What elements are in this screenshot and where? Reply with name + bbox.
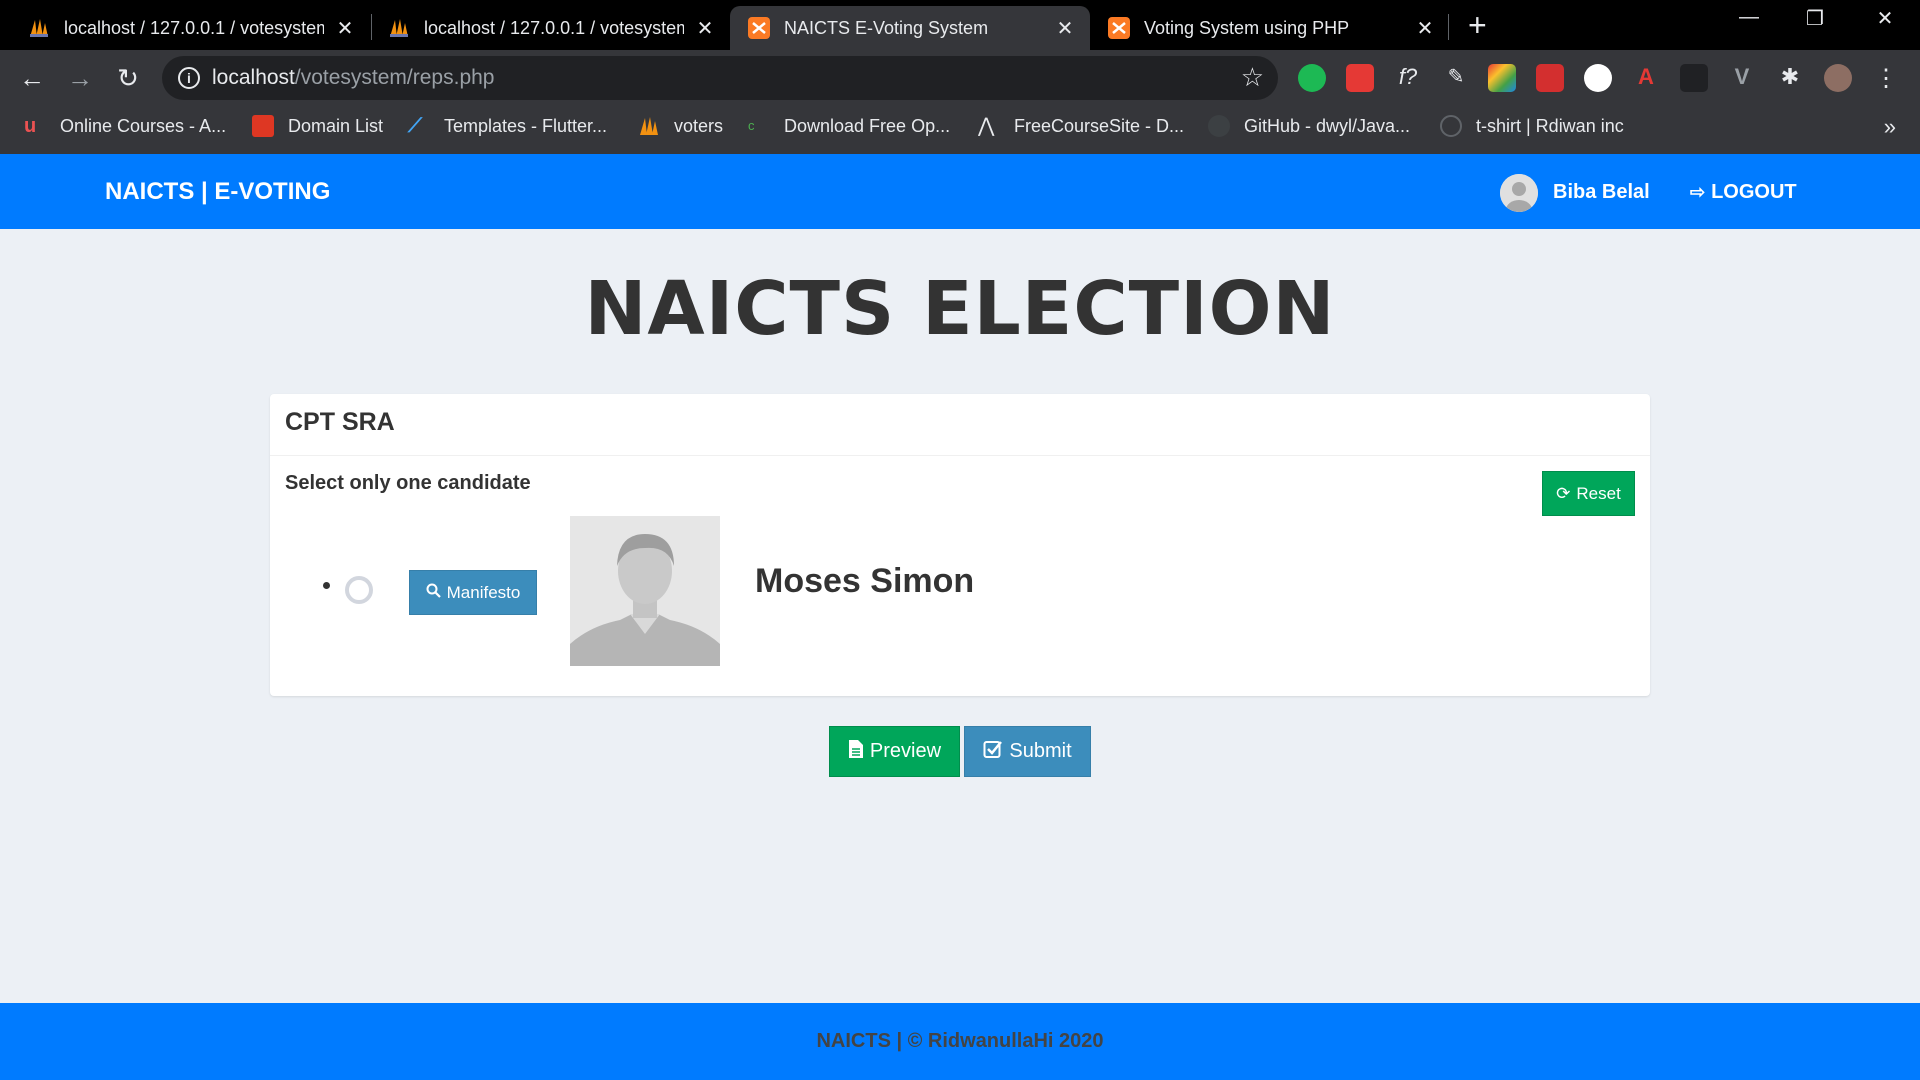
bookmark-item[interactable]: ⋀ FreeCourseSite - D... — [978, 106, 1184, 146]
phpmyadmin-icon — [28, 17, 50, 39]
card-header: CPT SRA — [270, 394, 1650, 456]
red-extension-icon[interactable] — [1346, 64, 1374, 92]
tab-title: Voting System using PHP — [1144, 17, 1350, 38]
bookmark-item[interactable]: t-shirt | Rdiwan inc — [1440, 106, 1624, 146]
site-footer: NAICTS | © RidwanullaHi 2020 — [0, 1003, 1920, 1080]
phpmyadmin-icon — [388, 17, 410, 39]
vue-extension-icon[interactable]: V — [1728, 64, 1756, 92]
candidate-photo — [570, 516, 720, 666]
forward-arrow-icon[interactable]: → — [64, 62, 96, 94]
browser-tabstrip: localhost / 127.0.0.1 / votesystem ✕ loc… — [0, 0, 1920, 50]
bookmark-item[interactable]: Domain List — [252, 106, 383, 146]
sign-out-icon: ⇨ — [1690, 182, 1706, 202]
pen-extension-icon[interactable]: ✎ — [1442, 64, 1470, 92]
kebab-menu-icon[interactable]: ⋮ — [1872, 64, 1900, 92]
mendeley-extension-icon[interactable] — [1536, 64, 1564, 92]
preview-button[interactable]: Preview — [829, 726, 960, 777]
namecheap-icon — [252, 115, 274, 137]
coursera-icon: c — [748, 118, 755, 133]
submit-button[interactable]: Submit — [964, 726, 1091, 777]
selection-instruction: Select only one candidate — [285, 472, 531, 494]
reset-label: Reset — [1576, 483, 1621, 503]
submit-label: Submit — [1009, 740, 1072, 762]
site-info-icon[interactable]: i — [178, 67, 200, 89]
pinwheel-extension-icon[interactable] — [1488, 64, 1516, 92]
url-text: localhost/votesystem/reps.php — [212, 66, 495, 89]
more-bookmarks-chevron-icon[interactable]: » — [1884, 114, 1896, 140]
minimize-icon[interactable]: — — [1734, 6, 1764, 29]
xampp-icon — [1108, 17, 1130, 39]
browser-toolbar: ← → ↻ i localhost/votesystem/reps.php ☆ … — [0, 50, 1920, 106]
new-tab-plus-icon[interactable]: + — [1468, 8, 1487, 42]
github-icon — [1208, 115, 1230, 137]
file-text-icon — [848, 739, 864, 765]
tab-title: NAICTS E-Voting System — [784, 17, 989, 38]
close-icon[interactable]: ✕ — [1414, 16, 1436, 41]
cube-extension-icon[interactable] — [1680, 64, 1708, 92]
puzzle-extensions-icon[interactable]: ✱ — [1776, 64, 1804, 92]
xampp-icon — [748, 17, 770, 39]
browser-tab-4[interactable]: Voting System using PHP ✕ — [1090, 6, 1450, 50]
bookmark-star-icon[interactable]: ☆ — [1241, 62, 1264, 93]
tab-title: localhost / 127.0.0.1 / votesystem — [424, 17, 684, 38]
checkmark-extension-icon[interactable] — [1298, 64, 1326, 92]
close-icon[interactable]: ✕ — [694, 16, 716, 41]
reload-icon[interactable]: ↻ — [112, 62, 144, 94]
bookmark-item[interactable]: ⟋ Templates - Flutter... — [408, 106, 607, 146]
list-bullet — [323, 582, 330, 589]
refresh-icon: ⟳ — [1556, 483, 1571, 503]
window-close-icon[interactable]: ✕ — [1870, 6, 1900, 31]
flutter-icon: ⟋ — [408, 115, 422, 137]
check-square-icon — [983, 739, 1003, 765]
close-icon[interactable]: ✕ — [1054, 16, 1076, 41]
address-bar[interactable]: i localhost/votesystem/reps.php ☆ — [162, 56, 1278, 100]
logout-label: LOGOUT — [1711, 181, 1797, 203]
profile-avatar[interactable] — [1824, 64, 1852, 92]
tab-title: localhost / 127.0.0.1 / votesystem — [64, 17, 324, 38]
manifesto-label: Manifesto — [446, 582, 521, 602]
bookmark-item[interactable]: GitHub - dwyl/Java... — [1208, 106, 1410, 146]
tab-divider — [1448, 14, 1449, 40]
position-card: CPT SRA Select only one candidate ⟳ Rese… — [270, 394, 1650, 696]
site-brand[interactable]: NAICTS | E-VOTING — [105, 178, 330, 206]
browser-tab-2[interactable]: localhost / 127.0.0.1 / votesystem ✕ — [360, 6, 730, 50]
user-avatar — [1500, 174, 1538, 212]
globe-extension-icon[interactable] — [1584, 64, 1612, 92]
freecoursesite-icon: ⋀ — [978, 115, 995, 137]
formula-extension-icon[interactable]: f? — [1394, 64, 1422, 92]
manifesto-button[interactable]: Manifesto — [409, 570, 537, 615]
preview-label: Preview — [869, 740, 942, 762]
candidate-name: Moses Simon — [755, 562, 975, 600]
position-title: CPT SRA — [285, 408, 395, 436]
udemy-icon: u — [24, 115, 37, 137]
search-icon — [426, 583, 441, 603]
restore-icon[interactable]: ❐ — [1800, 6, 1830, 31]
user-name[interactable]: Biba Belal — [1553, 181, 1650, 204]
bookmarks-bar: u Online Courses - A... Domain List ⟋ Te… — [0, 106, 1920, 154]
wordpress-icon — [1440, 115, 1462, 137]
pdf-extension-icon[interactable]: A — [1632, 64, 1660, 92]
bookmark-item[interactable]: u Online Courses - A... — [24, 106, 226, 146]
candidate-radio[interactable] — [345, 576, 373, 604]
back-arrow-icon[interactable]: ← — [16, 62, 48, 94]
bookmark-item[interactable]: c Download Free Op... — [748, 106, 950, 146]
browser-tab-3[interactable]: NAICTS E-Voting System ✕ — [730, 6, 1090, 50]
phpmyadmin-icon — [638, 115, 660, 137]
reset-button[interactable]: ⟳ Reset — [1542, 471, 1635, 516]
close-icon[interactable]: ✕ — [334, 16, 356, 41]
browser-tab-1[interactable]: localhost / 127.0.0.1 / votesystem ✕ — [0, 6, 370, 50]
logout-link[interactable]: ⇨ LOGOUT — [1690, 181, 1797, 204]
site-navbar: NAICTS | E-VOTING Biba Belal ⇨ LOGOUT — [0, 154, 1920, 229]
page-title: NAICTS ELECTION — [584, 266, 1336, 352]
bookmark-item[interactable]: voters — [638, 106, 723, 146]
footer-copyright: NAICTS | © RidwanullaHi 2020 — [816, 1030, 1104, 1052]
